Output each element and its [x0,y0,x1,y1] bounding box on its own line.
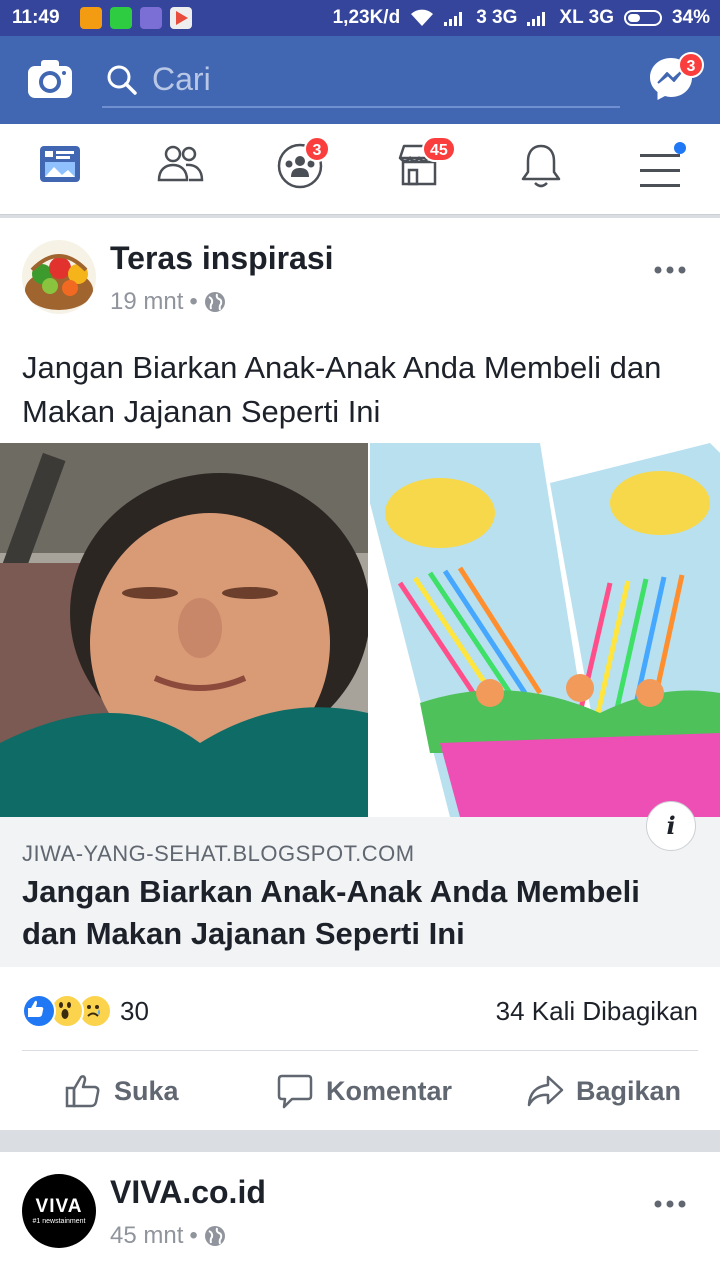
feed-post: VIVA #1 newstainment VIVA.co.id 45 mnt • [0,1152,720,1280]
search-icon [107,65,137,95]
tab-news-feed[interactable] [38,142,82,191]
child-photo [0,443,368,817]
thumbs-up-icon [65,1075,100,1108]
comment-icon [277,1074,313,1109]
tab-friends[interactable] [156,142,204,191]
network-1-label: 3 3G [476,7,518,28]
nav-bar: 3 45 [0,124,720,215]
uc-browser-notification-icon [80,7,102,29]
battery-level: 34% [671,7,710,28]
comment-label: Komentar [326,1075,453,1106]
post-meta: 45 mnt • [110,1222,226,1250]
viva-logo-text: VIVA [35,1196,83,1217]
wifi-icon [411,9,434,26]
share-count[interactable]: 34 Kali Dibagikan [496,996,698,1027]
globe-icon [204,292,225,312]
search-input[interactable] [150,60,594,98]
search-bar[interactable] [102,50,620,108]
link-title: Jangan Biarkan Anak-Anak Anda Membeli da… [22,874,640,951]
author-avatar[interactable] [22,240,96,314]
feed-post: Teras inspirasi 19 mnt • Jangan Biarkan … [0,218,720,1130]
more-icon [654,1200,686,1208]
marketplace-badge: 45 [422,136,456,162]
author-avatar[interactable]: VIVA #1 newstainment [22,1174,96,1248]
link-image[interactable] [0,443,720,817]
share-button[interactable]: Bagikan [526,1068,681,1114]
post-options-button[interactable] [654,248,686,282]
line-notification-icon [110,7,132,29]
network-speed: 1,23K/d [332,7,401,28]
signal-icon [444,10,466,26]
camera-icon[interactable] [26,58,74,105]
post-time[interactable]: 45 mnt [110,1222,183,1250]
messenger-button[interactable]: 3 [648,52,704,107]
globe-icon [204,1226,225,1246]
friends-icon [157,145,204,182]
candy-photo [370,443,720,817]
viva-logo-tagline: #1 newstainment [32,1218,86,1225]
author-name[interactable]: VIVA.co.id [110,1174,266,1211]
status-time: 11:49 [12,7,60,28]
link-domain: JIWA-YANG-SEHAT.BLOGSPOT.COM [22,841,415,866]
tab-notifications[interactable] [518,142,564,195]
like-reaction-icon [22,994,56,1028]
post-options-button[interactable] [654,1182,686,1216]
menu-icon [640,142,686,187]
groups-badge: 3 [304,136,330,162]
messenger-badge: 3 [678,52,704,78]
reaction-count: 30 [120,995,149,1026]
battery-icon [623,10,662,26]
meta-separator: • [189,288,198,315]
share-label: Bagikan [576,1075,682,1106]
post-time[interactable]: 19 mnt [110,288,183,316]
info-button[interactable]: i [646,801,696,851]
news-feed-icon [40,146,80,182]
post-meta: 19 mnt • [110,288,226,316]
post-text: Jangan Biarkan Anak-Anak Anda Membeli da… [22,350,662,429]
comment-button[interactable]: Komentar [276,1068,452,1114]
share-icon [527,1075,564,1107]
tab-groups[interactable]: 3 [276,136,330,195]
status-bar: 11:49 1,23K/d 3 3G XL 3G 34% [0,0,720,36]
network-2-label: XL 3G [559,7,614,28]
bell-icon [521,144,561,188]
like-button[interactable]: Suka [64,1068,179,1114]
author-name[interactable]: Teras inspirasi [110,240,334,277]
play-store-notification-icon [170,7,192,29]
tab-menu[interactable] [638,142,686,195]
app-notification-icon [140,7,162,29]
signal-icon [527,10,549,26]
meta-separator: • [189,1222,198,1249]
reaction-summary[interactable]: 30 [22,994,149,1028]
like-label: Suka [114,1075,179,1106]
top-bar: 3 [0,36,720,124]
actions-divider [22,1050,698,1051]
tab-marketplace[interactable]: 45 [396,136,456,193]
more-icon [654,266,686,274]
link-preview[interactable]: i JIWA-YANG-SEHAT.BLOGSPOT.COM Jangan Bi… [0,801,720,967]
